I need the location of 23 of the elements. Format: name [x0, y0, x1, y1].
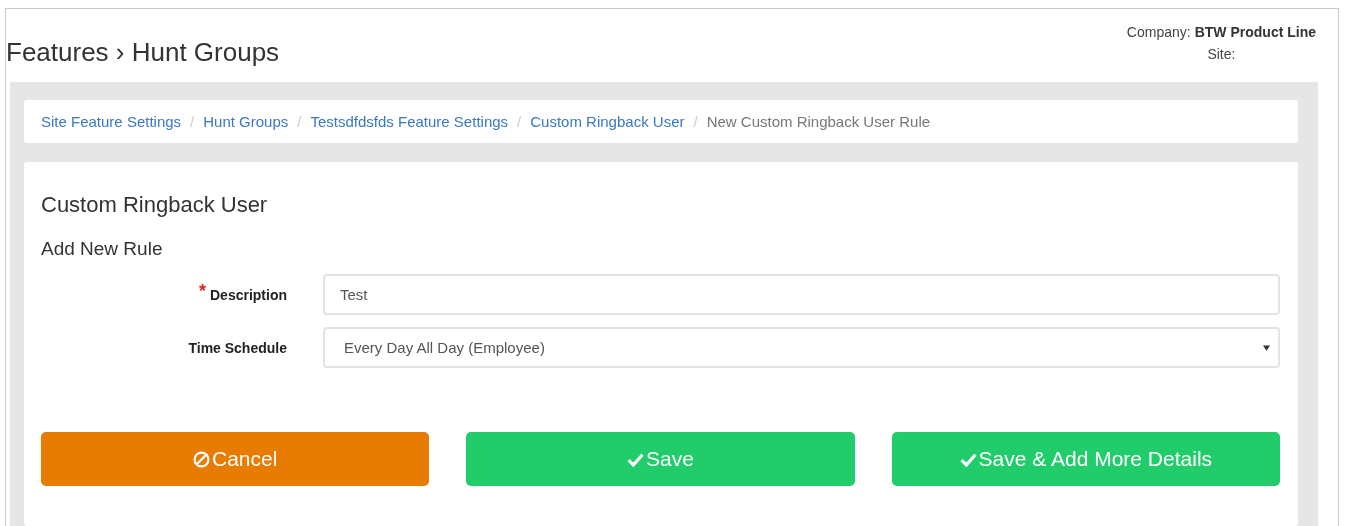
breadcrumb-separator: /: [297, 113, 302, 130]
breadcrumb-separator: /: [517, 113, 522, 130]
breadcrumb-current: New Custom Ringback User Rule: [706, 113, 931, 130]
cancel-button[interactable]: Cancel: [41, 432, 430, 486]
breadcrumb-link[interactable]: Site Feature Settings: [41, 113, 182, 130]
breadcrumb-link[interactable]: Hunt Groups: [203, 113, 289, 130]
breadcrumb-link[interactable]: Custom Ringback User: [530, 113, 685, 130]
breadcrumb-separator: /: [190, 113, 195, 130]
page-title: Features › Hunt Groups: [6, 36, 280, 69]
card-title: Custom Ringback User: [41, 191, 269, 219]
caret-icon: [1263, 344, 1270, 351]
field-label: Time Schedule: [188, 339, 287, 356]
context-value: BTW Product Line: [1194, 24, 1316, 40]
breadcrumb-link[interactable]: Testsdfdsfds Feature Settings: [310, 113, 509, 130]
schedule-dropdown[interactable]: Every Day All Day (Employee): [323, 327, 1280, 368]
description-field[interactable]: Test: [323, 274, 1280, 315]
context-label: Site:: [1207, 46, 1236, 62]
breadcrumb-separator: /: [693, 113, 698, 130]
required-mark: *: [198, 281, 206, 301]
field-label: Description: [210, 287, 287, 303]
ban-icon: [192, 450, 210, 468]
card-subtitle: Add New Rule: [41, 237, 164, 261]
context-label: Company:: [1126, 24, 1191, 40]
